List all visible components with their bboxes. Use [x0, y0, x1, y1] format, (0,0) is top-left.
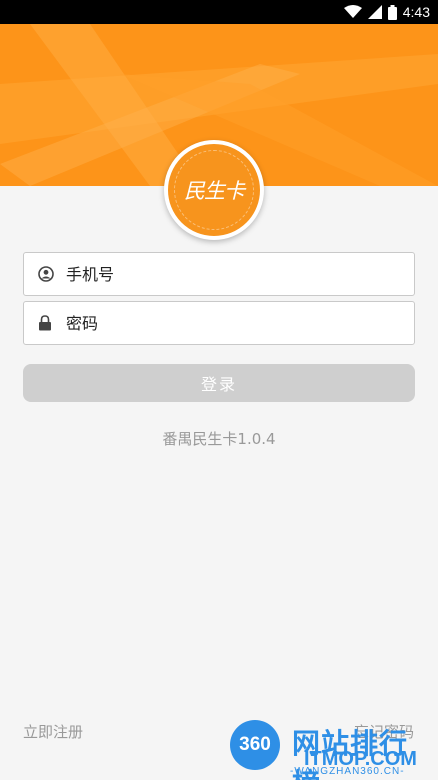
phone-field[interactable]	[23, 252, 415, 296]
battery-icon	[387, 4, 397, 20]
password-input[interactable]	[66, 313, 386, 333]
status-time: 4:43	[402, 4, 430, 20]
wifi-icon	[343, 5, 362, 19]
password-field[interactable]	[23, 301, 415, 345]
register-link[interactable]: 立即注册	[23, 721, 83, 742]
watermark-badge: 360	[230, 720, 280, 770]
watermark-url: -WANGZHAN360.CN-	[290, 766, 405, 777]
signal-icon	[367, 5, 382, 19]
lock-icon	[38, 315, 54, 331]
phone-input[interactable]	[66, 264, 386, 284]
login-button[interactable]: 登录	[23, 364, 415, 402]
watermark: 360 网站排行榜 ITMOP.COM -WANGZHAN360.CN-	[226, 718, 436, 780]
logo-text: 民生卡	[184, 179, 245, 203]
status-bar: 4:43	[0, 0, 438, 24]
app-logo: 民生卡	[164, 140, 264, 240]
user-icon	[38, 266, 54, 282]
app-version: 番禺民生卡1.0.4	[162, 430, 276, 448]
